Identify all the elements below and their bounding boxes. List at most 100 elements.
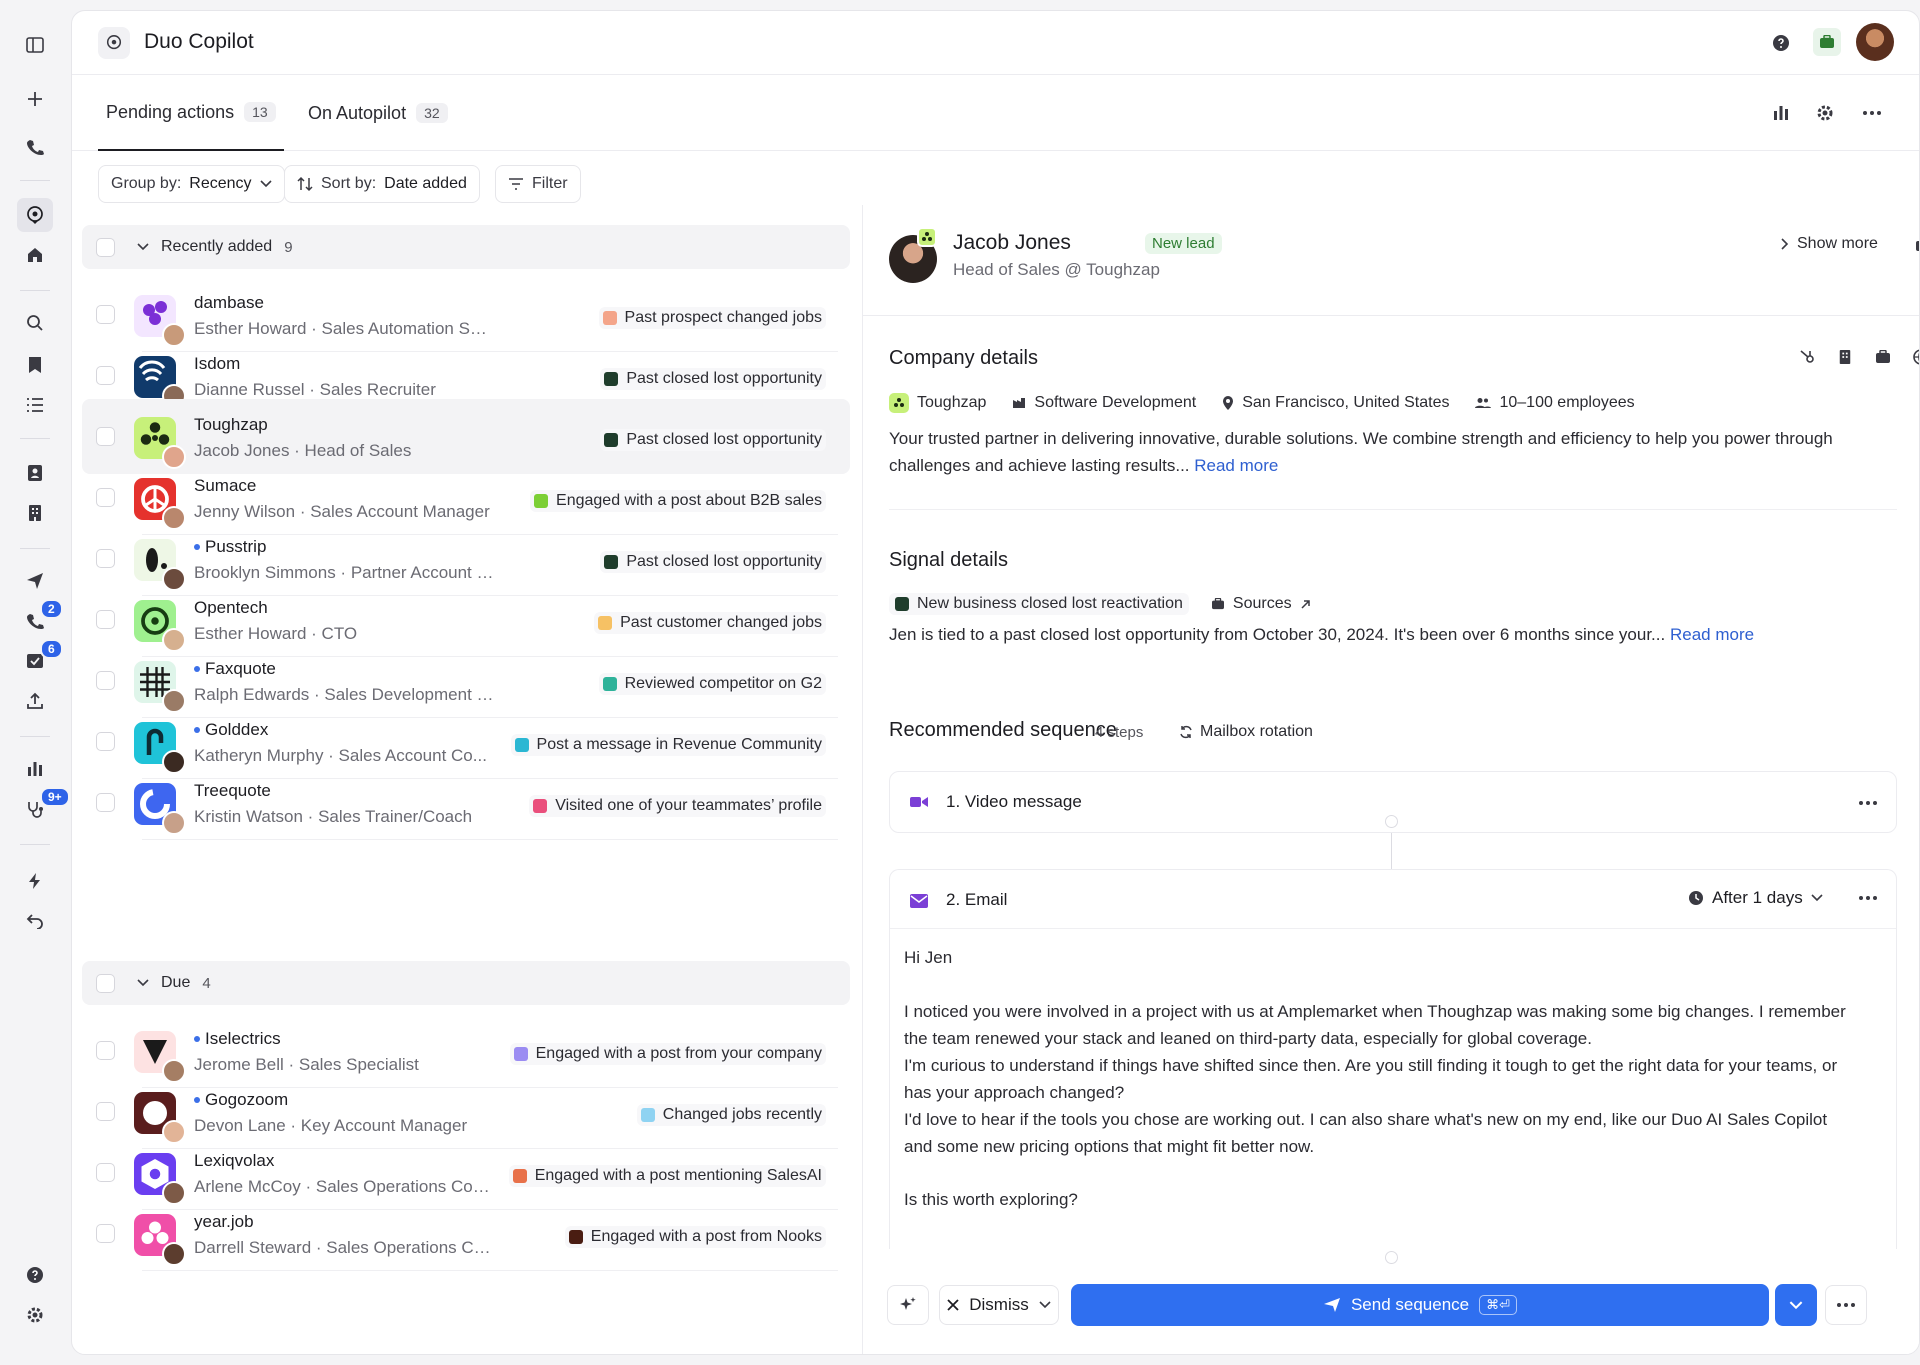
search-icon[interactable]	[22, 310, 48, 336]
home-icon[interactable]	[22, 242, 48, 268]
group-count: 4	[202, 974, 211, 992]
show-more-button[interactable]: Show more	[1781, 235, 1878, 253]
building-icon[interactable]	[1831, 343, 1859, 371]
email-paragraph-3[interactable]: I'd love to hear if the tools you chose …	[904, 1106, 1856, 1160]
filter-button[interactable]: Filter	[495, 165, 581, 203]
plus-icon[interactable]	[22, 86, 48, 112]
row-checkbox[interactable]	[96, 793, 115, 812]
row-checkbox[interactable]	[96, 427, 115, 446]
sidebar-toggle-icon[interactable]	[22, 32, 48, 58]
row-checkbox[interactable]	[96, 671, 115, 690]
email-paragraph-2[interactable]: I'm curious to understand if things have…	[904, 1052, 1856, 1106]
contact-summary: Ralph Edwards · Sales Development Manage…	[194, 685, 494, 704]
company-name: Toughzap	[917, 394, 987, 411]
ai-sparkle-button[interactable]	[887, 1285, 929, 1325]
group-by-dropdown[interactable]: Group by: Recency	[98, 165, 285, 203]
company-name: dambase	[194, 293, 264, 312]
tab-on-autopilot[interactable]: On Autopilot 32	[308, 75, 448, 151]
contact-summary: Esther Howard · CTO	[194, 624, 358, 643]
signal-read-more-link[interactable]: Read more	[1670, 625, 1754, 644]
company-name-fact[interactable]: Toughzap	[889, 393, 986, 413]
group-checkbox[interactable]	[96, 237, 115, 257]
bar-chart-icon[interactable]	[1767, 99, 1795, 127]
hubspot-icon[interactable]	[1793, 343, 1821, 371]
row-checkbox[interactable]	[96, 549, 115, 568]
signal-tag-label: Past customer changed jobs	[620, 614, 822, 631]
briefcase-icon[interactable]	[1813, 28, 1841, 56]
filter-icon	[509, 178, 523, 190]
signal-tag-label: New business closed lost reactivation	[917, 595, 1183, 612]
bolt-icon[interactable]	[22, 868, 48, 894]
email-icon	[910, 894, 928, 908]
action-bar: Dismiss Send sequence ⌘⏎	[863, 1271, 1919, 1354]
contact-summary: Esther Howard · Sales Automation Special…	[194, 319, 494, 338]
dismiss-label: Dismiss	[969, 1295, 1029, 1314]
row-company: Gogozoom	[194, 1090, 288, 1110]
row-checkbox[interactable]	[96, 1041, 115, 1060]
globe-icon[interactable]	[1907, 343, 1919, 371]
list-item[interactable]: Treequote Kristin Watson · Sales Trainer/…	[82, 765, 850, 840]
email-greeting[interactable]: Hi Jen	[904, 944, 1856, 971]
upload-icon[interactable]	[22, 688, 48, 714]
settings-icon[interactable]	[22, 1302, 48, 1328]
sort-icon	[297, 176, 313, 192]
mailbox-rotation[interactable]: Mailbox rotation	[1179, 723, 1313, 741]
group-checkbox[interactable]	[96, 973, 115, 993]
group-header-recently-added[interactable]: Recently added 9	[82, 225, 850, 269]
close-icon	[947, 1299, 959, 1311]
company-logo-icon	[917, 227, 937, 247]
list-item[interactable]: year.job Darrell Steward · Sales Operatio…	[82, 1196, 850, 1271]
briefcase-icon[interactable]	[1869, 343, 1897, 371]
row-checkbox[interactable]	[96, 732, 115, 751]
sources-link[interactable]: Sources	[1211, 595, 1311, 613]
analytics-icon[interactable]	[22, 756, 48, 782]
dismiss-button[interactable]: Dismiss	[939, 1285, 1059, 1325]
briefcase-icon[interactable]	[1909, 231, 1919, 259]
undo-icon[interactable]	[22, 908, 48, 934]
list-icon[interactable]	[22, 392, 48, 418]
contact-summary: Devon Lane · Key Account Manager	[194, 1116, 468, 1135]
user-avatar[interactable]	[1856, 23, 1894, 61]
send-sequence-button[interactable]: Send sequence ⌘⏎	[1071, 1284, 1769, 1326]
help-icon[interactable]	[22, 1262, 48, 1288]
signal-tag: Post a message in Revenue Community	[510, 734, 826, 756]
row-checkbox[interactable]	[96, 1102, 115, 1121]
more-actions-button[interactable]	[1825, 1285, 1867, 1325]
row-checkbox[interactable]	[96, 366, 115, 385]
row-checkbox[interactable]	[96, 305, 115, 324]
building-icon[interactable]	[22, 500, 48, 526]
row-checkbox[interactable]	[96, 1224, 115, 1243]
contacts-icon[interactable]	[22, 460, 48, 486]
email-paragraph-4[interactable]: Is this worth exploring?	[904, 1186, 1856, 1213]
more-icon[interactable]	[1858, 99, 1886, 127]
phone-icon[interactable]	[22, 134, 48, 160]
signal-tag: Past closed lost opportunity	[600, 551, 826, 573]
copilot-icon[interactable]	[17, 198, 53, 232]
tab-label: Pending actions	[106, 101, 235, 122]
row-checkbox[interactable]	[96, 1163, 115, 1182]
refresh-icon	[1180, 725, 1192, 739]
company-read-more-link[interactable]: Read more	[1194, 456, 1278, 475]
email-paragraph-1[interactable]: I noticed you were involved in a project…	[904, 998, 1856, 1052]
more-icon[interactable]	[1854, 789, 1882, 817]
tab-count: 13	[244, 102, 276, 122]
send-icon[interactable]	[22, 568, 48, 594]
send-options-button[interactable]	[1775, 1284, 1817, 1326]
more-icon[interactable]	[1854, 884, 1882, 912]
delay-dropdown[interactable]: After 1 days	[1688, 888, 1823, 908]
tab-pending-actions[interactable]: Pending actions 13	[98, 75, 284, 151]
signal-tag-label: Post a message in Revenue Community	[536, 736, 822, 753]
row-company: Iselectrics	[194, 1029, 281, 1049]
bookmark-icon[interactable]	[22, 352, 48, 378]
signal-color-swatch	[604, 372, 619, 386]
row-checkbox[interactable]	[96, 488, 115, 507]
row-checkbox[interactable]	[96, 610, 115, 629]
help-icon[interactable]	[1767, 29, 1795, 57]
gear-icon[interactable]	[1811, 99, 1839, 127]
group-header-due[interactable]: Due 4	[82, 961, 850, 1005]
contact-summary: Dianne Russel · Sales Recruiter	[194, 380, 436, 399]
signal-color-swatch	[604, 555, 619, 569]
signal-color-swatch	[895, 597, 909, 611]
sort-by-dropdown[interactable]: Sort by: Date added	[284, 165, 480, 203]
lead-detail-panel: Jacob Jones New lead Head of Sales @ Tou…	[862, 205, 1919, 1354]
